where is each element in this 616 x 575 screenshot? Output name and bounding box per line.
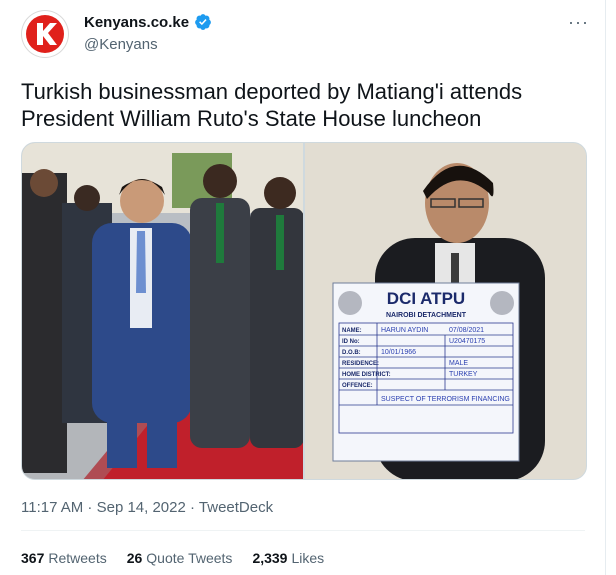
board-date-value: 07/08/2021: [449, 327, 484, 334]
quote-tweets-count: 26: [126, 550, 143, 566]
mugshot-photo-image: DCI ATPU NAIROBI DETACHMENT NAME: ID No:…: [305, 143, 586, 479]
avatar[interactable]: [21, 10, 69, 58]
photo-right[interactable]: DCI ATPU NAIROBI DETACHMENT NAME: ID No:…: [305, 143, 586, 479]
group-photo-image: [22, 143, 303, 479]
tweet-text: Turkish businessman deported by Matiang'…: [21, 79, 523, 131]
svg-text:ID No:: ID No:: [342, 339, 360, 345]
board-gender-value: MALE: [449, 360, 468, 367]
board-title: DCI ATPU: [387, 289, 465, 308]
author-name-row: Kenyans.co.ke: [84, 13, 212, 31]
board-dob-value: 10/01/1966: [381, 349, 416, 356]
author-display-name[interactable]: Kenyans.co.ke: [84, 14, 189, 31]
quote-tweets-stat[interactable]: 26 Quote Tweets: [127, 550, 233, 566]
board-subtitle: NAIROBI DETACHMENT: [386, 312, 467, 319]
tweet-timestamp[interactable]: 11:17 AM · Sep 14, 2022 · TweetDeck: [21, 499, 273, 516]
svg-text:OFFENCE:: OFFENCE:: [342, 383, 373, 389]
svg-text:D.O.B:: D.O.B:: [342, 350, 361, 356]
likes-count: 2,339: [252, 550, 288, 566]
svg-text:RESIDENCE:: RESIDENCE:: [342, 361, 379, 367]
board-nationality-value: TURKEY: [449, 371, 478, 378]
likes-stat[interactable]: 2,339 Likes: [252, 550, 324, 566]
photo-left[interactable]: [22, 143, 303, 479]
svg-text:HOME DISTRICT:: HOME DISTRICT:: [342, 372, 391, 378]
svg-text:NAME:: NAME:: [342, 328, 362, 334]
divider: [21, 530, 585, 531]
quote-tweets-label: Quote Tweets: [146, 550, 233, 566]
board-name-value: HARUN AYDIN: [381, 327, 428, 334]
board-offence-value: SUSPECT OF TERRORISM FINANCING: [381, 396, 510, 403]
likes-label: Likes: [291, 550, 325, 566]
verified-badge-icon: [195, 14, 211, 30]
tweet-stats: 367 Retweets 26 Quote Tweets 2,339 Likes: [21, 550, 324, 566]
board-pp-value: U20470175: [449, 338, 485, 345]
author-handle[interactable]: @Kenyans: [84, 36, 158, 53]
retweets-label: Retweets: [48, 550, 107, 566]
media-grid[interactable]: DCI ATPU NAIROBI DETACHMENT NAME: ID No:…: [21, 142, 587, 480]
retweets-count: 367: [21, 550, 45, 566]
more-options-icon[interactable]: ···: [568, 12, 589, 33]
retweets-stat[interactable]: 367 Retweets: [21, 550, 107, 566]
tweet-card: Kenyans.co.ke @Kenyans ··· Turkish busin…: [0, 0, 606, 575]
kenyans-k-logo-icon: [26, 15, 64, 53]
